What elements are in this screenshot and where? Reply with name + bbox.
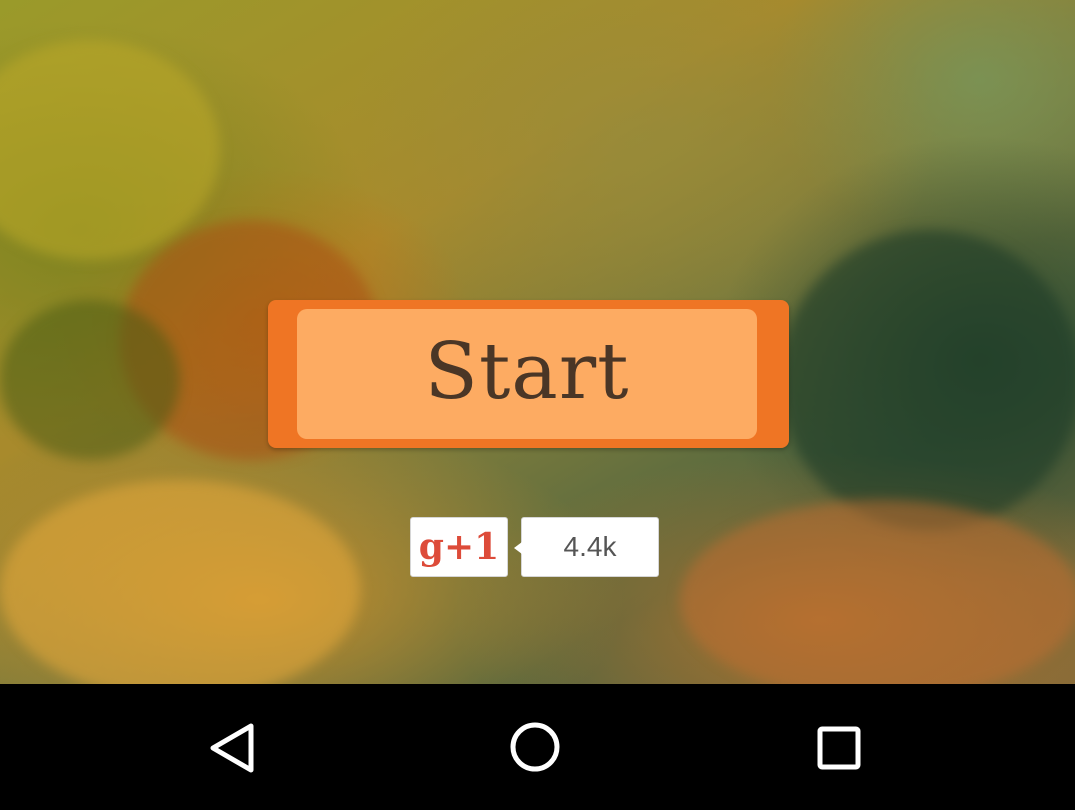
nav-back-button[interactable] [175, 684, 295, 810]
start-button[interactable]: Start [297, 309, 757, 439]
nav-recents-button[interactable] [779, 684, 899, 810]
bokeh-green [780, 230, 1075, 530]
moss-dark [0, 300, 180, 460]
bokeh-right [680, 500, 1075, 684]
plus-one-count-badge: 4.4k [514, 517, 659, 577]
nav-home-button[interactable] [476, 684, 596, 810]
back-triangle-icon [210, 723, 254, 773]
start-button-frame: Start [268, 300, 789, 448]
home-circle-icon [510, 722, 560, 772]
start-label: Start [424, 327, 630, 417]
plus-one-count: 4.4k [563, 531, 617, 562]
moss-highlight [0, 40, 220, 260]
android-navigation-bar [0, 684, 1075, 810]
moss-bottom [0, 480, 360, 684]
google-plus-one-button[interactable]: g+1 [410, 517, 508, 577]
recents-square-icon [817, 726, 861, 770]
google-plus-icon: g+1 [418, 526, 500, 568]
